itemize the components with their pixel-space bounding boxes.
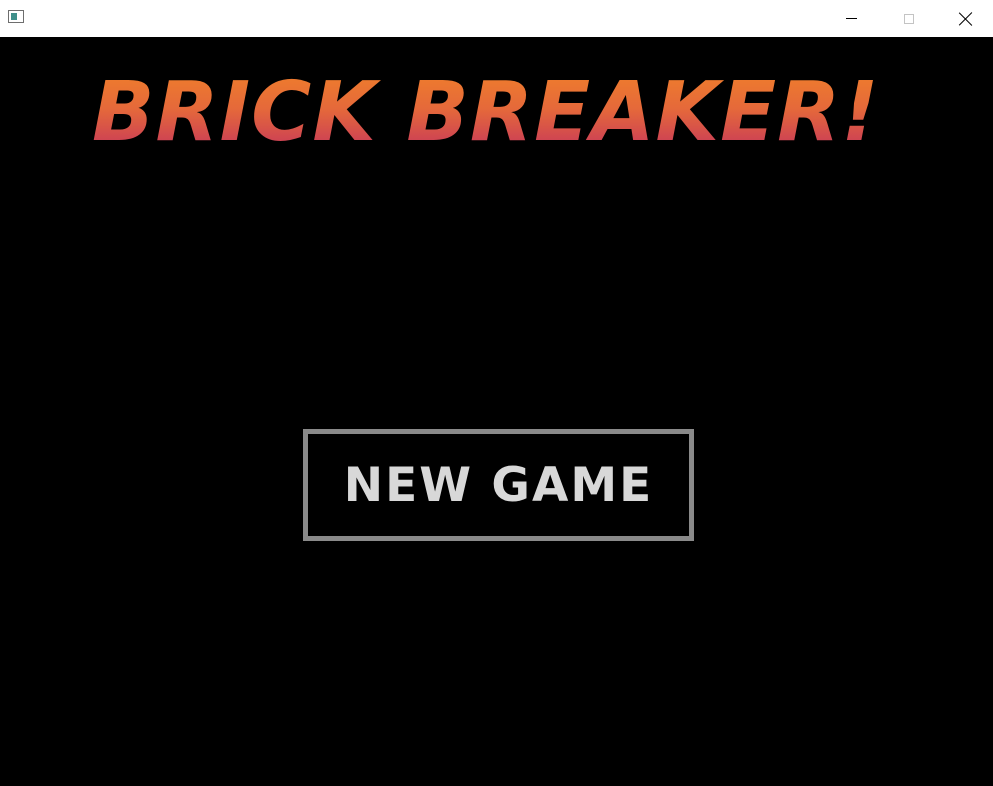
maximize-icon — [904, 13, 914, 24]
game-title: BRICK BREAKER! — [92, 65, 880, 160]
game-canvas: BRICK BREAKER! NEW GAME — [0, 37, 993, 786]
maximize-button[interactable] — [880, 0, 938, 37]
app-icon-pane — [11, 13, 17, 20]
game-window: BRICK BREAKER! NEW GAME — [0, 0, 993, 786]
new-game-button[interactable]: NEW GAME — [303, 429, 694, 541]
minimize-button[interactable] — [822, 0, 880, 37]
close-button[interactable] — [938, 0, 993, 37]
minimize-icon — [845, 18, 857, 19]
new-game-label: NEW GAME — [343, 457, 654, 513]
close-icon — [959, 12, 973, 26]
title-bar[interactable] — [0, 0, 993, 37]
app-window-icon — [8, 10, 24, 23]
